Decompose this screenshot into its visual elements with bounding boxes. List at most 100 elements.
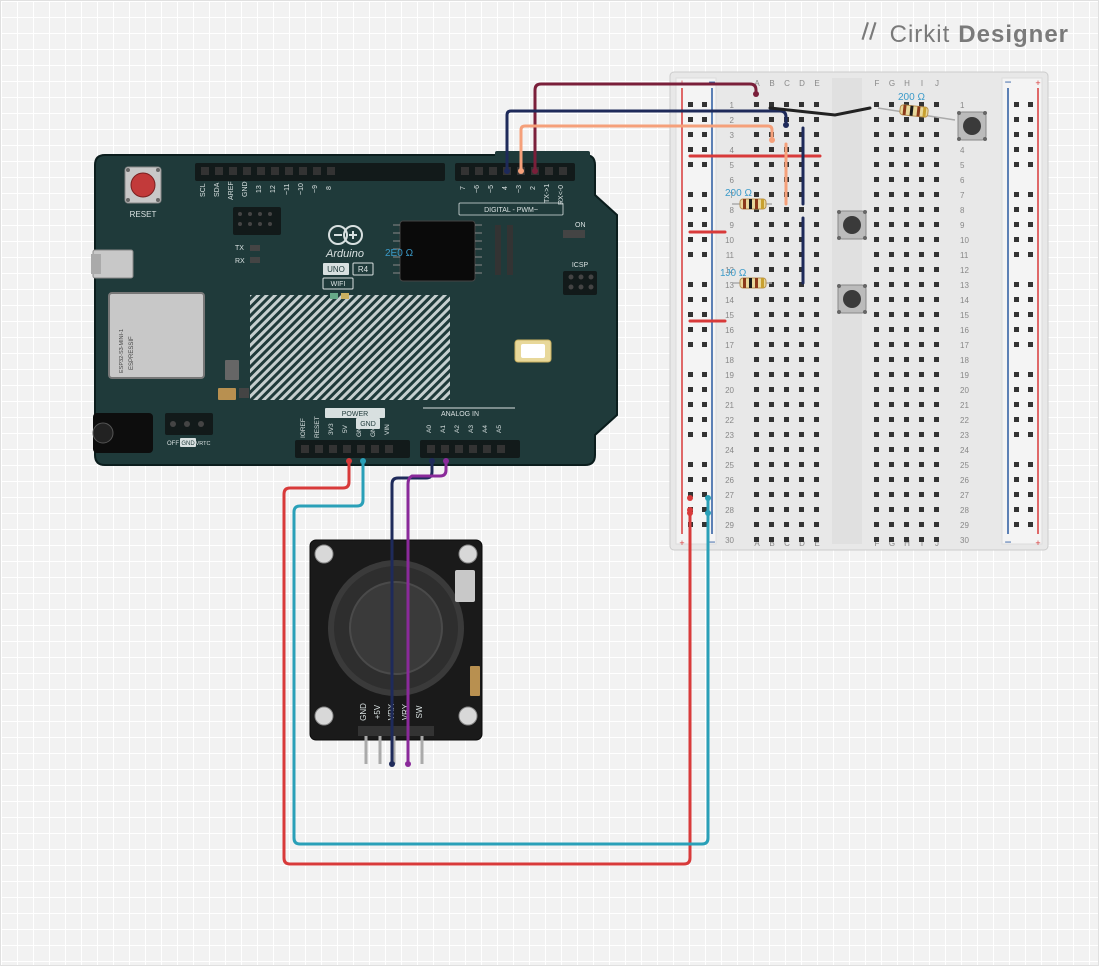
svg-text:15: 15 [725, 311, 734, 320]
digital-pwm-label: DIGITAL - PWM~ [484, 207, 538, 214]
joy-pin-5v: +5V [373, 704, 382, 719]
bb-col-h: H [904, 79, 910, 88]
svg-text:13: 13 [960, 281, 969, 290]
svg-text:4: 4 [730, 146, 735, 155]
svg-text:4: 4 [960, 146, 965, 155]
pin-8: 8 [326, 186, 333, 190]
reset-label: RESET [130, 210, 157, 219]
pin-a1: A1 [440, 425, 447, 433]
svg-text:11: 11 [960, 251, 969, 260]
arduino-uno-r4[interactable]: RESET SCL SDA AREF GND 13 12 ~11 ~10 ~9 … [91, 151, 617, 465]
svg-text:30: 30 [725, 536, 734, 545]
joystick-module[interactable]: GND +5V VRX VRY SW [310, 540, 482, 764]
pin-12: 12 [270, 185, 277, 193]
pin-13: 13 [256, 185, 263, 193]
svg-text:17: 17 [960, 341, 969, 350]
pin-5: ~5 [488, 185, 495, 193]
svg-text:24: 24 [960, 446, 969, 455]
power-rail-right: − + − + [1002, 75, 1042, 549]
pin-5v: 5V [342, 424, 349, 433]
icsp-label: ICSP [572, 262, 589, 269]
bb-col-d: D [799, 79, 805, 88]
svg-text:8: 8 [960, 206, 965, 215]
svg-text:22: 22 [725, 416, 734, 425]
vrtc-label: VRTC [196, 441, 211, 447]
svg-text:7: 7 [960, 191, 965, 200]
svg-text:27: 27 [960, 491, 969, 500]
power-rail-left: + − + − [676, 75, 716, 549]
svg-text:−: − [1004, 75, 1011, 89]
svg-text:28: 28 [725, 506, 734, 515]
r1-label: 200 Ω [898, 92, 925, 103]
svg-text:18: 18 [960, 356, 969, 365]
pin-gnd-top: GND [242, 181, 249, 197]
pin-rx0: RX<-0 [558, 185, 565, 205]
svg-text:5: 5 [730, 161, 735, 170]
svg-text:16: 16 [725, 326, 734, 335]
bb-col-j: J [935, 79, 939, 88]
push-button-2[interactable] [837, 210, 867, 240]
svg-text:GND: GND [360, 421, 376, 428]
svg-text:18: 18 [725, 356, 734, 365]
bb-col-i: I [921, 79, 923, 88]
resistor-label-center: 2E0 Ω [385, 248, 414, 259]
svg-text:5: 5 [960, 161, 965, 170]
pin-4: 4 [502, 186, 509, 190]
svg-text:17: 17 [725, 341, 734, 350]
pin-a4: A4 [482, 425, 489, 433]
joy-pin-gnd: GND [359, 703, 368, 721]
svg-text:11: 11 [726, 251, 735, 260]
svg-text:+: + [1035, 538, 1040, 548]
r2-label: 200 Ω [725, 188, 752, 199]
pin-7: 7 [460, 186, 467, 190]
svg-text:26: 26 [725, 476, 734, 485]
svg-text:23: 23 [960, 431, 969, 440]
pin-2: 2 [530, 186, 537, 190]
pin-a0: A0 [426, 425, 433, 433]
arduino-text: Arduino [325, 248, 364, 260]
bb-col-e: E [814, 79, 819, 88]
pin-9: ~9 [312, 185, 319, 193]
svg-text:29: 29 [725, 521, 734, 530]
svg-text:−: − [708, 535, 715, 549]
pin-ioref: IOREF [300, 418, 307, 438]
r4-label: R4 [358, 265, 369, 274]
digital-header-block-2 [455, 163, 575, 181]
svg-text:14: 14 [725, 296, 734, 305]
reset-button[interactable] [125, 167, 161, 203]
svg-text:9: 9 [730, 221, 735, 230]
svg-text:−: − [1004, 535, 1011, 549]
bb-col-f: F [875, 79, 880, 88]
pin-6: ~6 [474, 185, 481, 193]
pin-3: ~3 [516, 185, 523, 193]
pin-vin: VIN [384, 424, 391, 435]
svg-text:1: 1 [960, 101, 965, 110]
svg-text:+: + [679, 538, 684, 548]
joy-pin-sw: SW [415, 705, 424, 718]
wifi-label: WIFI [331, 281, 346, 288]
svg-text:26: 26 [960, 476, 969, 485]
svg-text:25: 25 [725, 461, 734, 470]
push-button-3[interactable] [837, 284, 867, 314]
on-label: ON [575, 222, 586, 229]
svg-text:+: + [1035, 78, 1040, 88]
svg-text:29: 29 [960, 521, 969, 530]
svg-text:19: 19 [725, 371, 734, 380]
svg-text:19: 19 [960, 371, 969, 380]
uno-label: UNO [327, 265, 345, 274]
svg-text:24: 24 [725, 446, 734, 455]
svg-text:30: 30 [960, 536, 969, 545]
svg-text:21: 21 [960, 401, 969, 410]
svg-text:−: − [708, 75, 715, 89]
pin-a2: A2 [454, 425, 461, 433]
pin-a5: A5 [496, 425, 503, 433]
pin-11: ~11 [284, 184, 291, 195]
bb-col-g: G [889, 79, 895, 88]
svg-text:20: 20 [725, 386, 734, 395]
espressif-label: ESPRESSIF [129, 336, 135, 370]
svg-text:2: 2 [730, 116, 735, 125]
off-label: OFF [167, 441, 179, 447]
r3-label: 1J0 Ω [720, 268, 747, 279]
svg-text:28: 28 [960, 506, 969, 515]
push-button-1[interactable] [957, 111, 987, 141]
